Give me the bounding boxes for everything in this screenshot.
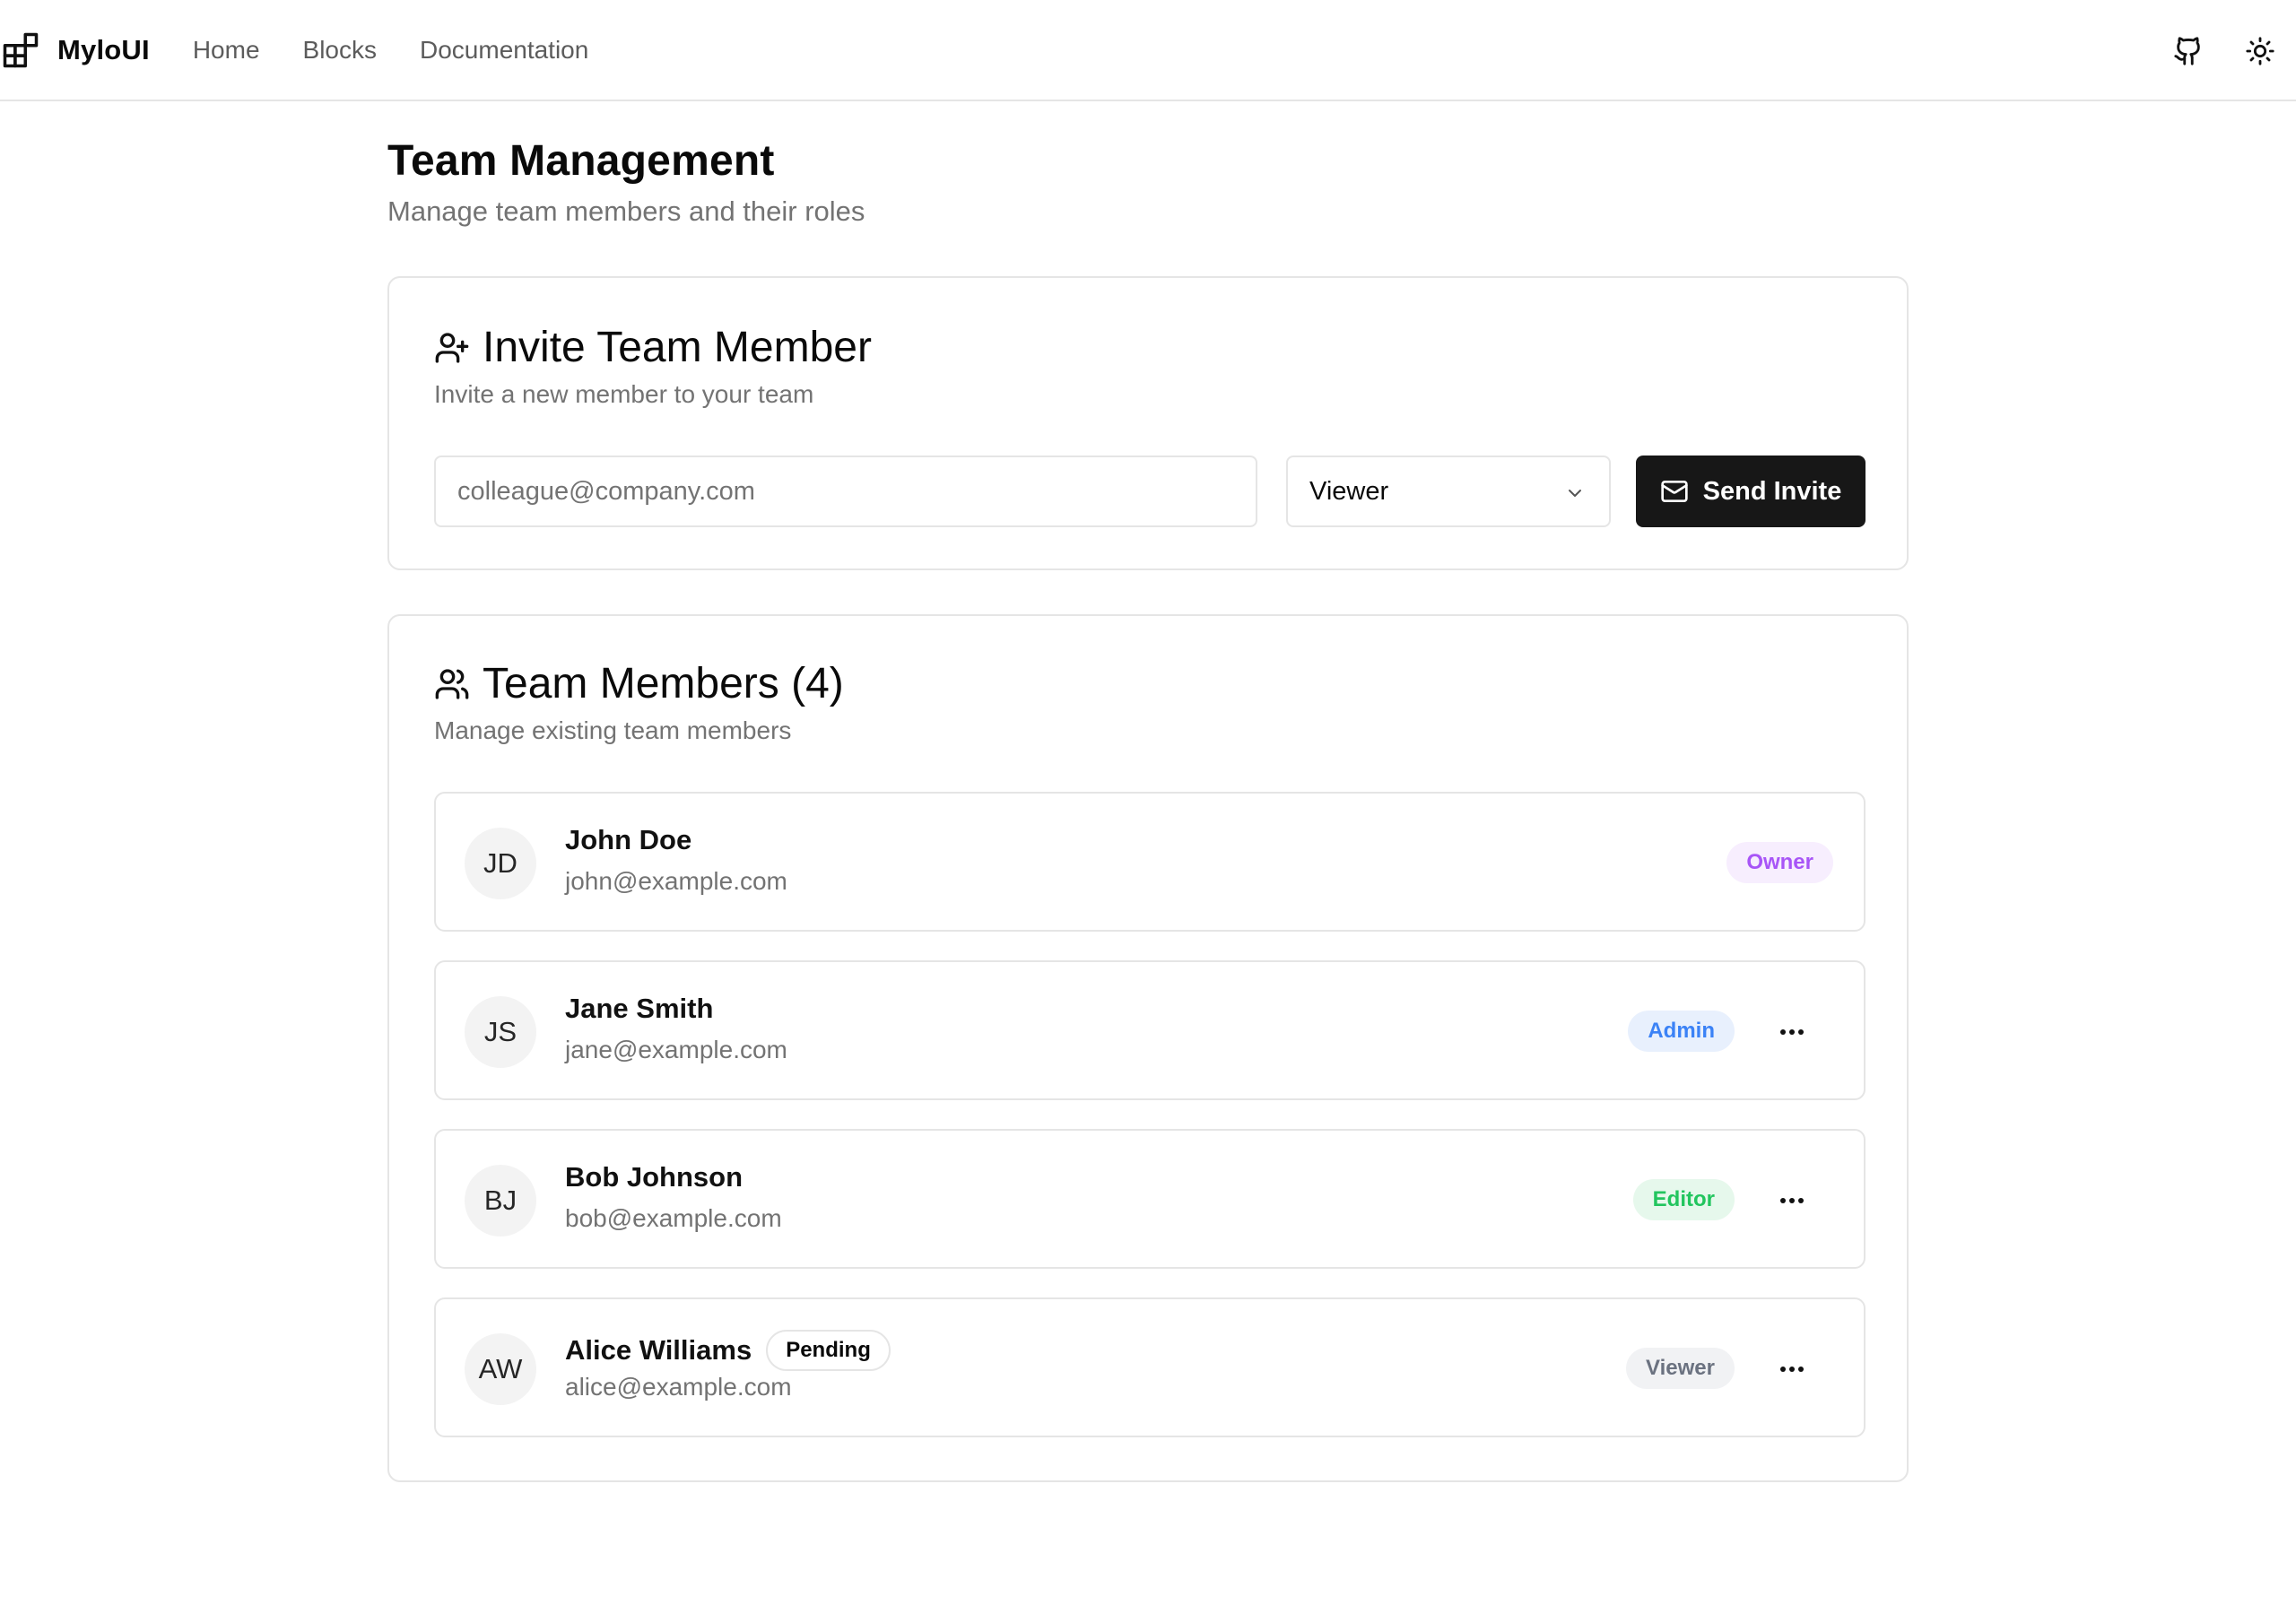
top-actions: [2152, 0, 2296, 101]
avatar: JS: [465, 996, 536, 1068]
invite-card-description: Invite a new member to your team: [434, 380, 814, 408]
page-title: Team Management: [387, 137, 775, 185]
invite-role-value: Viewer: [1309, 476, 1389, 506]
member-actions-button[interactable]: [1756, 996, 1828, 1068]
invite-card-header: Invite Team Member: [434, 323, 872, 372]
invite-card: Invite Team Member Invite a new member t…: [387, 276, 1909, 570]
member-name-row: Bob Johnson: [565, 1161, 743, 1193]
member-name: Alice Williams: [565, 1334, 752, 1366]
member-row: JD John Doe john@example.com Owner: [434, 792, 1866, 932]
github-button[interactable]: [2152, 15, 2224, 87]
mail-icon: [1660, 481, 1688, 502]
theme-toggle-button[interactable]: [2224, 15, 2296, 87]
main-nav: Home Blocks Documentation: [193, 36, 589, 65]
members-card-title: Team Members (4): [483, 660, 844, 707]
brand-link[interactable]: MyloUI: [2, 31, 150, 69]
invite-email-input[interactable]: [434, 456, 1257, 527]
member-row: JS Jane Smith jane@example.com Admin: [434, 960, 1866, 1100]
invite-card-title: Invite Team Member: [483, 324, 872, 371]
member-name-row: Jane Smith: [565, 993, 713, 1025]
more-horizontal-icon: [1780, 1029, 1804, 1035]
avatar: JD: [465, 828, 536, 899]
member-email: alice@example.com: [565, 1373, 792, 1401]
member-email: jane@example.com: [565, 1036, 787, 1063]
members-card-header: Team Members (4): [434, 659, 844, 708]
invite-role-select[interactable]: Viewer: [1286, 456, 1611, 527]
nav-blocks[interactable]: Blocks: [303, 36, 377, 65]
blocks-icon: [3, 32, 39, 67]
chevron-down-icon: [1569, 490, 1581, 497]
user-plus-icon: [435, 332, 469, 363]
role-badge-owner: Owner: [1726, 842, 1833, 883]
avatar: BJ: [465, 1165, 536, 1237]
send-invite-button[interactable]: Send Invite: [1636, 456, 1866, 527]
role-badge-editor: Editor: [1632, 1179, 1735, 1220]
role-badge-admin: Admin: [1628, 1011, 1735, 1052]
member-row: AW Alice Williams Pending alice@example.…: [434, 1297, 1866, 1437]
member-email: john@example.com: [565, 867, 787, 895]
avatar: AW: [465, 1333, 536, 1405]
member-name: Jane Smith: [565, 993, 714, 1024]
members-card-description: Manage existing team members: [434, 716, 792, 744]
top-navbar: MyloUI Home Blocks Documentation: [0, 0, 2296, 101]
team-members-card: Team Members (4) Manage existing team me…: [387, 614, 1909, 1482]
member-name: Bob Johnson: [565, 1161, 744, 1193]
users-icon: [435, 668, 469, 699]
send-invite-label: Send Invite: [1702, 476, 1842, 506]
role-badge-viewer: Viewer: [1626, 1348, 1735, 1389]
sun-icon: [2246, 36, 2274, 65]
member-email: bob@example.com: [565, 1204, 782, 1232]
page-subtitle: Manage team members and their roles: [387, 195, 865, 227]
member-row: BJ Bob Johnson bob@example.com Editor: [434, 1129, 1866, 1269]
github-icon: [2174, 36, 2200, 65]
nav-documentation[interactable]: Documentation: [420, 36, 588, 65]
member-actions-button[interactable]: [1756, 1333, 1828, 1405]
member-name-row: John Doe: [565, 824, 691, 856]
member-name: John Doe: [565, 824, 692, 855]
nav-home[interactable]: Home: [193, 36, 260, 65]
more-horizontal-icon: [1780, 1198, 1804, 1203]
brand-name: MyloUI: [57, 33, 150, 65]
more-horizontal-icon: [1780, 1367, 1804, 1372]
pending-badge: Pending: [766, 1330, 891, 1371]
member-actions-button[interactable]: [1756, 1165, 1828, 1237]
member-name-row: Alice Williams Pending: [565, 1330, 891, 1371]
